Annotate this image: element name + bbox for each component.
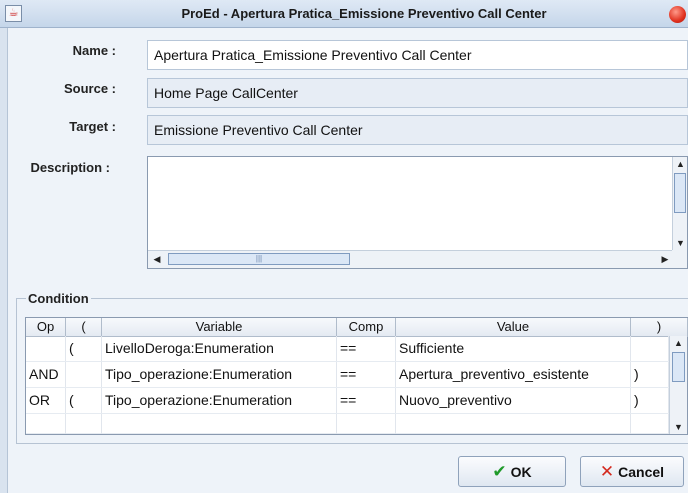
cell-close-paren[interactable]: [631, 336, 669, 361]
name-label: Name :: [72, 43, 116, 58]
scroll-up-icon[interactable]: ▲: [670, 336, 687, 350]
scroll-thumb[interactable]: |||: [168, 253, 350, 265]
cell-open-paren[interactable]: [66, 414, 102, 434]
table-row[interactable]: AND Tipo_operazione:Enumeration == Apert…: [26, 362, 669, 388]
cell-variable[interactable]: Tipo_operazione:Enumeration: [102, 388, 337, 413]
condition-table[interactable]: Op ( Variable Comp Value ) ( LivelloDero…: [25, 317, 688, 435]
scroll-down-icon[interactable]: ▼: [673, 236, 688, 250]
description-text: [148, 157, 687, 165]
cell-op[interactable]: [26, 336, 66, 361]
description-vertical-scrollbar[interactable]: ▲ ▼: [672, 157, 687, 250]
cell-comp[interactable]: ==: [337, 388, 396, 413]
scroll-up-icon[interactable]: ▲: [673, 157, 688, 171]
ok-label: OK: [510, 464, 532, 480]
cross-icon: ✕: [599, 462, 615, 481]
cell-comp[interactable]: ==: [337, 362, 396, 387]
cell-comp[interactable]: ==: [337, 336, 396, 361]
cell-value[interactable]: [396, 414, 631, 434]
table-vertical-scrollbar[interactable]: ▲ ▼: [669, 336, 687, 434]
cell-open-paren[interactable]: (: [66, 388, 102, 413]
column-header-variable[interactable]: Variable: [102, 318, 337, 336]
description-textarea[interactable]: ▲ ▼ ◀ ||| ▶: [147, 156, 688, 269]
condition-legend: Condition: [26, 291, 91, 306]
column-header-value[interactable]: Value: [396, 318, 631, 336]
column-header-op[interactable]: Op: [26, 318, 66, 336]
target-label: Target :: [69, 119, 116, 134]
cell-close-paren[interactable]: [631, 414, 669, 434]
scroll-corner: [672, 250, 687, 268]
title-bar[interactable]: ☕ ProEd - Apertura Pratica_Emissione Pre…: [0, 0, 688, 28]
table-header: Op ( Variable Comp Value ): [26, 318, 688, 337]
table-row[interactable]: ( LivelloDeroga:Enumeration == Sufficien…: [26, 336, 669, 362]
window-left-border: [0, 28, 8, 493]
column-header-open-paren[interactable]: (: [66, 318, 102, 336]
ok-button[interactable]: ✔ OK: [458, 456, 566, 487]
cell-op[interactable]: AND: [26, 362, 66, 387]
column-header-close-paren[interactable]: ): [631, 318, 688, 336]
cell-op[interactable]: OR: [26, 388, 66, 413]
description-label: Description :: [30, 160, 110, 175]
cell-value[interactable]: Nuovo_preventivo: [396, 388, 631, 413]
name-field[interactable]: Apertura Pratica_Emissione Preventivo Ca…: [147, 40, 688, 70]
cell-value[interactable]: Apertura_preventivo_esistente: [396, 362, 631, 387]
cancel-label: Cancel: [618, 464, 665, 480]
cell-value[interactable]: Sufficiente: [396, 336, 631, 361]
scroll-left-icon[interactable]: ◀: [148, 251, 166, 268]
description-horizontal-scrollbar[interactable]: ◀ ||| ▶: [148, 250, 674, 268]
column-header-comp[interactable]: Comp: [337, 318, 396, 336]
cell-close-paren[interactable]: ): [631, 362, 669, 387]
target-field[interactable]: Emissione Preventivo Call Center: [147, 115, 688, 145]
cell-variable[interactable]: Tipo_operazione:Enumeration: [102, 362, 337, 387]
window-title: ProEd - Apertura Pratica_Emissione Preve…: [181, 6, 547, 21]
scroll-down-icon[interactable]: ▼: [670, 420, 687, 434]
cell-open-paren[interactable]: (: [66, 336, 102, 361]
cell-close-paren[interactable]: ): [631, 388, 669, 413]
cell-open-paren[interactable]: [66, 362, 102, 387]
source-label: Source :: [63, 81, 116, 96]
cell-variable[interactable]: [102, 414, 337, 434]
cancel-button[interactable]: ✕ Cancel: [580, 456, 684, 487]
scroll-thumb[interactable]: [672, 352, 685, 382]
scroll-thumb[interactable]: [674, 173, 686, 213]
table-row[interactable]: OR ( Tipo_operazione:Enumeration == Nuov…: [26, 388, 669, 414]
table-row[interactable]: [26, 414, 669, 434]
check-icon: ✔: [492, 462, 507, 481]
cell-comp[interactable]: [337, 414, 396, 434]
close-icon[interactable]: [669, 6, 686, 23]
source-field[interactable]: Home Page CallCenter: [147, 78, 688, 108]
cell-variable[interactable]: LivelloDeroga:Enumeration: [102, 336, 337, 361]
cell-op[interactable]: [26, 414, 66, 434]
